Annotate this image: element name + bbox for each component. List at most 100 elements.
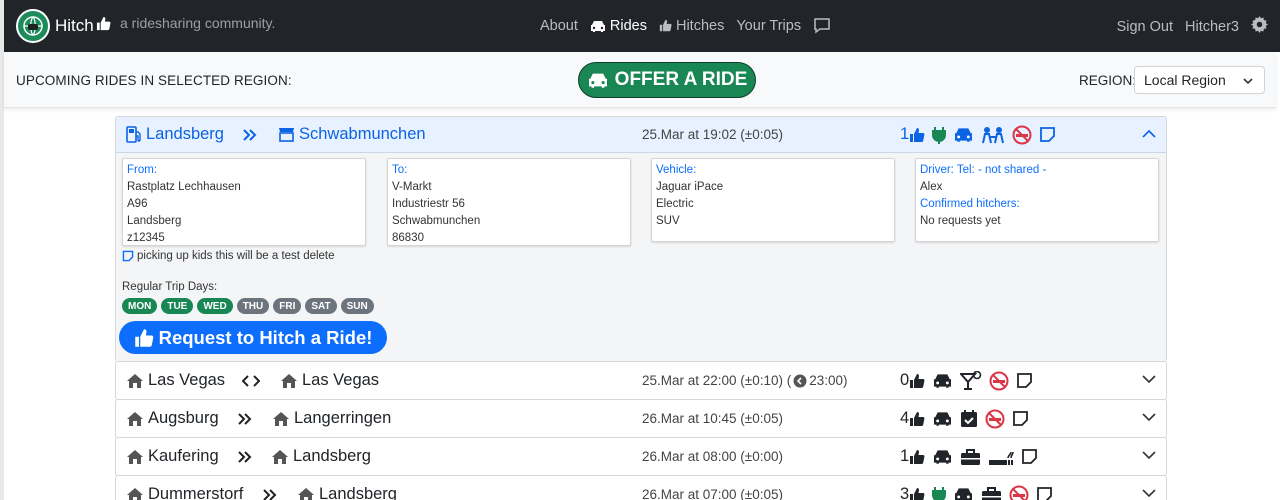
- car-icon: [953, 486, 974, 500]
- ride-icons: 4: [900, 400, 1036, 437]
- home-icon: [272, 411, 290, 427]
- ride-item[interactable]: Kaufering Landsberg 26.Mar at 08:00 (±0:…: [115, 437, 1167, 476]
- note-icon: [1012, 410, 1029, 427]
- from-line: Rastplatz Lechhausen: [127, 181, 241, 193]
- return-time-text: 23:00): [809, 373, 848, 388]
- ride-from-label: Kaufering: [148, 447, 219, 465]
- nav-rides[interactable]: Rides: [590, 18, 647, 34]
- ride-to: Landsberg: [271, 438, 371, 475]
- ride-to: Langerringen: [272, 400, 391, 437]
- likes-value: 3: [900, 485, 910, 500]
- day-badge: TUE: [161, 298, 194, 314]
- tagline: a ridesharing community.: [120, 15, 276, 31]
- from-line: z12345: [127, 232, 165, 244]
- smoking-icon: [988, 448, 1014, 466]
- likes-count: 0: [900, 371, 925, 390]
- to-card: To: V-Markt Industriestr 56 Schwabmunche…: [387, 158, 631, 246]
- likes-value: 1: [900, 125, 910, 143]
- thumbs-up-icon: [910, 411, 925, 426]
- page-title: UPCOMING RIDES IN SELECTED REGION:: [16, 73, 292, 88]
- sign-out-link[interactable]: Sign Out: [1117, 19, 1173, 35]
- ride-details: From: Rastplatz Lechhausen A96 Landsberg…: [116, 153, 1166, 361]
- nav-your-trips[interactable]: Your Trips: [736, 18, 801, 34]
- note-icon: [1039, 126, 1056, 143]
- offer-ride-label: OFFER A RIDE: [614, 69, 748, 90]
- brand-name: Hitch: [55, 16, 94, 35]
- ride-icons: 3: [900, 476, 1060, 500]
- home-icon: [126, 373, 144, 389]
- ride-item[interactable]: Dummerstorf Landsberg 26.Mar at 07:00 (±…: [115, 475, 1167, 500]
- from-card-title: From:: [127, 164, 158, 176]
- sub-header: UPCOMING RIDES IN SELECTED REGION: OFFER…: [4, 52, 1276, 108]
- region-value: Local Region: [1144, 72, 1226, 88]
- nav-hitches-label: Hitches: [675, 17, 725, 34]
- user-name[interactable]: Hitcher3: [1185, 19, 1239, 35]
- ride-from: Landsberg: [126, 117, 224, 152]
- day-badge: SAT: [305, 298, 337, 314]
- gear-icon[interactable]: [1251, 16, 1268, 37]
- vehicle-card: Vehicle: Jaguar iPace Electric SUV: [651, 158, 895, 242]
- note-icon: [1036, 486, 1053, 500]
- likes-count: 1: [900, 447, 925, 466]
- ride-to-label: Schwabmunchen: [299, 125, 426, 143]
- chevron-down-icon[interactable]: [1142, 374, 1156, 384]
- direction-arrow-icon: [262, 476, 278, 500]
- note-icon: [122, 250, 134, 262]
- ride-header[interactable]: Las Vegas Las Vegas 25.Mar at 22:00 (±0:…: [116, 362, 1166, 399]
- gas-station-icon: [126, 126, 142, 143]
- likes-value: 1: [900, 447, 910, 465]
- chevron-down-icon[interactable]: [1142, 412, 1156, 422]
- ride-header[interactable]: Augsburg Langerringen 26.Mar at 10:45 (±…: [116, 400, 1166, 437]
- home-icon: [280, 373, 298, 389]
- ride-to: Landsberg: [297, 476, 397, 500]
- day-badge: THU: [236, 298, 270, 314]
- ride-icons: 1: [900, 438, 1045, 475]
- request-hitch-button[interactable]: Request to Hitch a Ride!: [119, 321, 387, 354]
- direction-arrow-icon: [242, 362, 260, 399]
- nav-hitches[interactable]: Hitches: [659, 18, 724, 34]
- chat-icon[interactable]: [813, 17, 831, 34]
- ride-time-text: 25.Mar at 22:00 (±0:10) (: [642, 373, 792, 388]
- rides-list: Landsberg Schwabmunchen 25.Mar at 19:02 …: [115, 116, 1167, 500]
- ride-from-label: Dummerstorf: [148, 485, 244, 500]
- chevron-down-icon[interactable]: [1142, 450, 1156, 460]
- ride-icons: 1: [900, 117, 1063, 152]
- car-icon: [932, 372, 953, 389]
- no-smoking-icon: [1009, 485, 1029, 500]
- ride-from: Las Vegas: [126, 362, 225, 399]
- ride-header[interactable]: Dummerstorf Landsberg 26.Mar at 07:00 (±…: [116, 476, 1166, 500]
- to-line: 86830: [392, 232, 424, 244]
- day-badge: WED: [197, 298, 233, 314]
- ride-header[interactable]: Landsberg Schwabmunchen 25.Mar at 19:02 …: [116, 117, 1166, 153]
- ride-item[interactable]: Augsburg Langerringen 26.Mar at 10:45 (±…: [115, 399, 1167, 438]
- thumbs-up-icon: [910, 127, 925, 142]
- ride-to-label: Las Vegas: [302, 371, 380, 389]
- region-select[interactable]: Local Region: [1134, 66, 1265, 94]
- ride-from: Augsburg: [126, 400, 219, 437]
- ride-to: Las Vegas: [280, 362, 379, 399]
- direction-arrow-icon: [237, 400, 253, 437]
- likes-value: 0: [900, 371, 910, 389]
- home-icon: [271, 449, 289, 465]
- nav-about[interactable]: About: [540, 18, 578, 34]
- ride-to: Schwabmunchen: [278, 117, 426, 152]
- vehicle-line: SUV: [656, 215, 680, 227]
- ride-header[interactable]: Kaufering Landsberg 26.Mar at 08:00 (±0:…: [116, 438, 1166, 475]
- chevron-down-icon[interactable]: [1142, 488, 1156, 498]
- thumbs-up-icon: [96, 16, 111, 36]
- offer-ride-button[interactable]: OFFER A RIDE: [578, 62, 756, 98]
- cocktail-icon: [960, 370, 982, 391]
- ride-to-label: Langerringen: [294, 409, 392, 427]
- ride-item[interactable]: Las Vegas Las Vegas 25.Mar at 22:00 (±0:…: [115, 361, 1167, 400]
- car-icon: [932, 410, 953, 427]
- navbar: Hitch a ridesharing community. About Rid…: [4, 0, 1280, 52]
- driver-card: Driver: Tel: - not shared - Alex Confirm…: [915, 158, 1159, 242]
- car-icon: [590, 19, 606, 33]
- to-line: Industriestr 56: [392, 198, 465, 210]
- nav-rides-label: Rides: [609, 17, 647, 34]
- chevron-up-icon[interactable]: [1142, 129, 1156, 139]
- logo-icon: [16, 9, 50, 43]
- ride-time: 25.Mar at 19:02 (±0:05): [642, 127, 783, 142]
- thumbs-up-icon: [134, 328, 153, 347]
- brand[interactable]: Hitch: [16, 8, 111, 44]
